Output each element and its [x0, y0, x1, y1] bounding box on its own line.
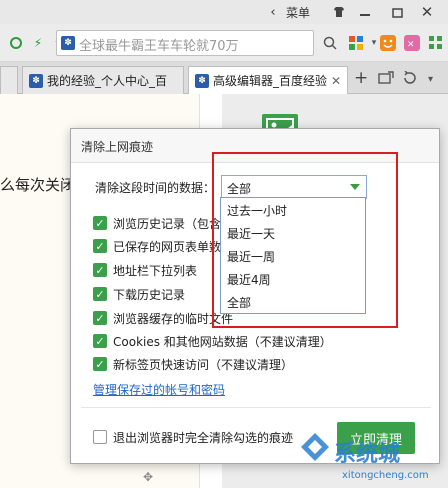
- page-snippet: 么每次关闭: [0, 176, 76, 194]
- apps-icon[interactable]: [346, 33, 366, 53]
- close-icon[interactable]: ✕: [416, 2, 438, 22]
- watermark-logo: [300, 432, 330, 462]
- option-clear-on-exit[interactable]: 退出浏览器时完全清除勾选的痕迹: [93, 427, 293, 447]
- search-text: 全球最牛霸王车车轮就70万: [79, 39, 239, 53]
- tab-list-icon[interactable]: ▾: [428, 74, 433, 85]
- shirt-icon[interactable]: [328, 2, 350, 22]
- tab-close-icon[interactable]: ✕: [331, 74, 341, 88]
- option-label: 下载历史记录: [113, 287, 186, 302]
- checkbox-icon[interactable]: [93, 430, 107, 444]
- option-download-history[interactable]: ✓ 下载历史记录: [93, 284, 185, 304]
- menu-button[interactable]: 菜单: [286, 4, 310, 21]
- manage-passwords-link[interactable]: 管理保存过的帐号和密码: [93, 381, 225, 398]
- paw-icon: ✽: [195, 73, 209, 88]
- search-input[interactable]: ✽ 全球最牛霸王车车轮就70万: [56, 30, 314, 56]
- tab-bar: ✽ 我的经验_个人中心_百 ✽ 高级编辑器_百度经验 ✕ + ▾: [0, 62, 448, 94]
- checkbox-icon[interactable]: ✓: [93, 357, 107, 371]
- divider: [81, 407, 431, 408]
- back-arrow-icon[interactable]: ‹: [262, 2, 284, 22]
- option-browsing-history[interactable]: ✓ 浏览历史记录（包含: [93, 213, 221, 233]
- checkbox-icon[interactable]: ✓: [93, 216, 107, 230]
- move-icon: ✥: [143, 470, 154, 484]
- checkbox-icon[interactable]: ✓: [93, 311, 107, 325]
- option-address-dropdown[interactable]: ✓ 地址栏下拉列表: [93, 260, 197, 280]
- option-label: 浏览历史记录（包含: [113, 216, 222, 231]
- tab-partial[interactable]: [0, 66, 18, 94]
- checkbox-icon[interactable]: ✓: [93, 334, 107, 348]
- paw-icon: ✽: [29, 73, 43, 88]
- option-label: 已保存的网页表单数: [113, 239, 222, 254]
- restore-icon[interactable]: [386, 2, 408, 22]
- game-icon[interactable]: ✕: [402, 33, 422, 53]
- checkbox-icon[interactable]: ✓: [93, 287, 107, 301]
- option-label: 新标签页快速访问（不建议清理）: [113, 357, 294, 372]
- option-label: 退出浏览器时完全清除勾选的痕迹: [113, 430, 294, 445]
- new-tab-icon[interactable]: +: [354, 68, 368, 88]
- svg-text:✕: ✕: [407, 40, 415, 50]
- checkbox-icon[interactable]: ✓: [93, 263, 107, 277]
- smiley-icon[interactable]: [378, 33, 398, 53]
- time-range-label: 清除这段时间的数据：: [95, 181, 216, 195]
- minimize-icon[interactable]: [354, 2, 376, 22]
- option-form-data[interactable]: ✓ 已保存的网页表单数: [93, 236, 221, 256]
- tab-advanced-editor[interactable]: ✽ 高级编辑器_百度经验 ✕: [188, 66, 348, 94]
- watermark-brand: 系统城: [334, 442, 401, 467]
- option-label: Cookies 和其他网站数据（不建议清理）: [113, 334, 332, 349]
- paw-icon: ✽: [61, 36, 75, 50]
- restore-tab-icon[interactable]: [378, 71, 394, 88]
- title-bar: ‹ 菜单 ✕: [0, 0, 448, 24]
- option-label: 地址栏下拉列表: [113, 263, 198, 278]
- undo-close-icon[interactable]: [402, 70, 418, 88]
- highlight-box: [212, 152, 398, 328]
- watermark-url: xitongcheng.com: [342, 470, 429, 481]
- lightning-icon[interactable]: ⚡: [28, 33, 48, 53]
- tab-my-experience[interactable]: ✽ 我的经验_个人中心_百: [22, 66, 184, 94]
- checkbox-icon[interactable]: ✓: [93, 239, 107, 253]
- search-icon[interactable]: [320, 33, 340, 53]
- grid-icon[interactable]: [426, 33, 446, 53]
- address-bar: ⚡ ∨ ✽ 全球最牛霸王车车轮就70万 ▾ ✕: [0, 24, 448, 62]
- tab-label: 高级编辑器_百度经验: [213, 74, 328, 88]
- option-new-tab[interactable]: ✓ 新标签页快速访问（不建议清理）: [93, 354, 293, 374]
- tab-label: 我的经验_个人中心_百: [47, 74, 168, 88]
- reload-icon[interactable]: [6, 33, 26, 53]
- option-cookies[interactable]: ✓ Cookies 和其他网站数据（不建议清理）: [93, 331, 332, 351]
